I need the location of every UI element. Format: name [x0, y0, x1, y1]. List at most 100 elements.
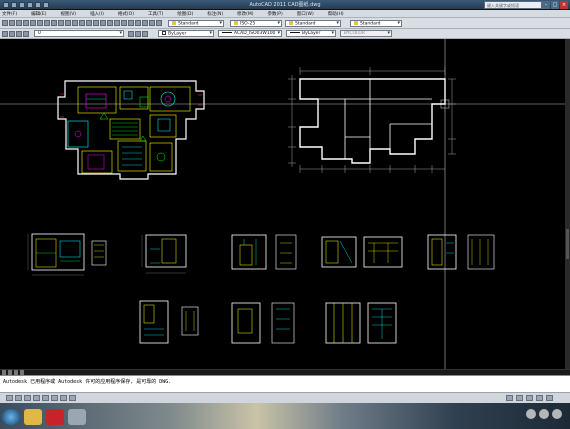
pan-icon[interactable] [86, 20, 92, 26]
elevation-8 [231, 302, 295, 344]
print-icon[interactable] [23, 20, 29, 26]
annotation-scale-icon[interactable] [516, 395, 523, 401]
start-button-icon[interactable] [2, 409, 20, 425]
network-icon[interactable] [526, 409, 536, 419]
layer-select[interactable]: 0 [34, 30, 124, 37]
minimize-icon[interactable]: – [542, 1, 550, 9]
layer-states-icon[interactable] [142, 31, 148, 37]
windows-taskbar [0, 403, 570, 429]
help-icon[interactable] [156, 20, 162, 26]
command-window: Autodesk 已用程序或 Autodesk 许可的应用程序保存, 是可靠的 … [0, 375, 570, 392]
menu-item[interactable]: 编辑(E) [31, 11, 46, 17]
clean-screen-icon[interactable] [546, 395, 553, 401]
osnap-toggle-icon[interactable] [42, 395, 49, 401]
lwt-toggle-icon[interactable] [69, 395, 76, 401]
furnished-floor-plan [57, 80, 205, 180]
dim-style-select[interactable]: ISO-25 [230, 20, 282, 27]
table-style-select[interactable]: Standard [285, 20, 341, 27]
menu-item[interactable]: 插入(I) [90, 11, 104, 17]
explorer-taskbar-icon[interactable] [24, 409, 42, 425]
layer-tools [2, 31, 29, 37]
scrollbar-thumb[interactable] [566, 229, 569, 259]
menu-item[interactable]: 修改(M) [237, 11, 253, 17]
layer-previous-icon[interactable] [135, 31, 141, 37]
paste-icon[interactable] [58, 20, 64, 26]
design-center-icon[interactable] [121, 20, 127, 26]
zoom-previous-icon[interactable] [107, 20, 113, 26]
grid-toggle-icon[interactable] [15, 395, 22, 401]
calculator-icon[interactable] [149, 20, 155, 26]
maximize-icon[interactable]: □ [551, 1, 559, 9]
menu-item[interactable]: 帮助(H) [328, 11, 344, 17]
drawing-canvas[interactable] [0, 39, 570, 369]
system-tray [526, 409, 562, 419]
match-properties-icon[interactable] [65, 20, 71, 26]
architectural-floor-plan [288, 67, 456, 173]
publish-icon[interactable] [37, 20, 43, 26]
elevation-9 [325, 302, 397, 344]
linetype-value: ACAD_ISO03W100 [234, 31, 276, 36]
volume-icon[interactable] [539, 409, 549, 419]
cut-icon[interactable] [44, 20, 50, 26]
lock-icon[interactable] [536, 395, 543, 401]
menu-item[interactable]: 标注(N) [207, 11, 223, 17]
layer-on-icon[interactable] [9, 31, 15, 37]
menu-item[interactable]: 视图(V) [60, 11, 76, 17]
copy-icon[interactable] [51, 20, 57, 26]
undo-icon[interactable] [72, 20, 78, 26]
menu-item[interactable]: 格式(O) [118, 11, 134, 17]
snap-toggle-icon[interactable] [6, 395, 13, 401]
autocad-taskbar-icon[interactable] [46, 409, 64, 425]
dyn-toggle-icon[interactable] [60, 395, 67, 401]
sheet-set-icon[interactable] [135, 20, 141, 26]
ortho-toggle-icon[interactable] [24, 395, 31, 401]
layers-properties-toolbar: 0 ByLayer ACAD_ISO03W100 ByLayer BYCOLOR [0, 29, 570, 39]
status-bar [0, 392, 570, 403]
standard-toolbar: Standard ISO-25 Standard Standard [0, 18, 570, 29]
close-icon[interactable]: × [560, 1, 568, 9]
vertical-scrollbar[interactable] [565, 39, 570, 374]
menu-item[interactable]: 文件(F) [2, 11, 17, 17]
menu-item[interactable]: 工具(T) [148, 11, 163, 17]
file-tools [2, 20, 162, 26]
color-select[interactable]: ByLayer [158, 30, 214, 37]
title-bar: AutoCAD 2011 CAD图纸.dwg 键入关键字或短语 – □ × [0, 0, 570, 10]
text-style-select[interactable]: Standard [168, 20, 224, 27]
layer-manager-icon[interactable] [2, 31, 8, 37]
layer-freeze-icon[interactable] [16, 31, 22, 37]
lineweight-value: ByLayer [302, 31, 321, 36]
workspace-icon[interactable] [526, 395, 533, 401]
mleader-style-select[interactable]: Standard [350, 20, 402, 27]
markup-icon[interactable] [142, 20, 148, 26]
otrack-toggle-icon[interactable] [51, 395, 58, 401]
tool-palettes-icon[interactable] [128, 20, 134, 26]
notification-icon[interactable] [552, 409, 562, 419]
linetype-preview [222, 32, 232, 33]
elevation-2 [91, 240, 107, 266]
elevation-6 [427, 234, 495, 270]
make-current-icon[interactable] [128, 31, 134, 37]
linetype-select[interactable]: ACAD_ISO03W100 [218, 30, 282, 37]
model-space-icon[interactable] [506, 395, 513, 401]
lineweight-select[interactable]: ByLayer [286, 30, 336, 37]
new-icon[interactable] [2, 20, 8, 26]
menu-item[interactable]: 绘图(D) [177, 11, 193, 17]
menu-item[interactable]: 参数(P) [268, 11, 283, 17]
zoom-window-icon[interactable] [100, 20, 106, 26]
lineweight-preview [290, 32, 300, 33]
layer-lock-icon[interactable] [23, 31, 29, 37]
properties-icon[interactable] [114, 20, 120, 26]
elevation-1 [27, 233, 85, 276]
save-icon[interactable] [16, 20, 22, 26]
open-icon[interactable] [9, 20, 15, 26]
drawing-svg [0, 39, 565, 369]
polar-toggle-icon[interactable] [33, 395, 40, 401]
search-input[interactable]: 键入关键字或短语 [484, 1, 542, 9]
menu-item[interactable]: 窗口(W) [297, 11, 314, 17]
elevation-4 [231, 234, 297, 270]
window-taskbar-icon[interactable] [68, 409, 86, 425]
redo-icon[interactable] [79, 20, 85, 26]
preview-icon[interactable] [30, 20, 36, 26]
elevation-3 [141, 234, 187, 274]
zoom-realtime-icon[interactable] [93, 20, 99, 26]
